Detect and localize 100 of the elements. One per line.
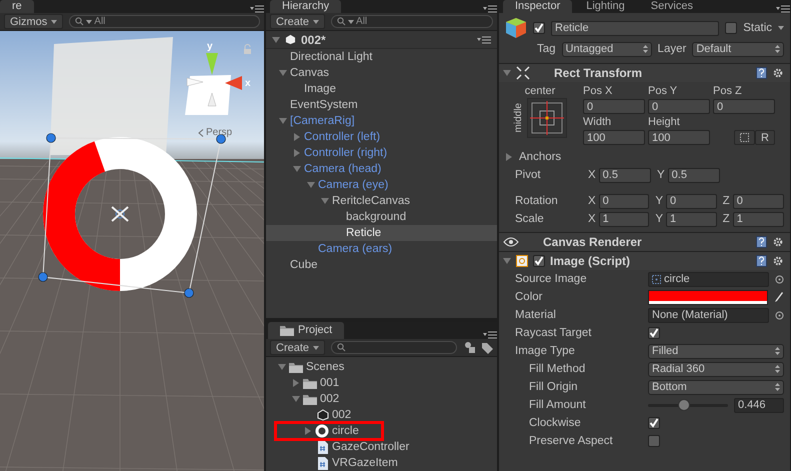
expanded-arrow-icon[interactable] [272,36,280,44]
project-item[interactable]: 002 [266,407,497,423]
checkbox[interactable] [533,22,545,34]
number-field[interactable]: 100 [583,130,645,145]
settings-icon[interactable] [772,67,784,79]
number-field[interactable]: 0 [713,99,775,114]
project-item[interactable]: circle [274,421,384,441]
name-field[interactable]: Reticle [551,20,720,36]
number-field[interactable]: 0.446 [734,398,784,412]
collapsed-arrow-icon[interactable] [292,379,300,387]
expanded-arrow-icon[interactable] [292,395,300,403]
tag-icon[interactable] [481,342,493,354]
menu-icon[interactable] [477,36,491,44]
hierarchy-item[interactable]: Directional Light [266,49,497,65]
hierarchy-item[interactable]: EventSystem [266,97,497,113]
panel-tab[interactable]: Services [638,0,705,13]
search-field[interactable]: All [331,15,493,28]
checkbox[interactable] [533,255,545,267]
expanded-arrow-icon[interactable] [306,181,314,189]
number-field[interactable]: 0.5 [668,168,720,182]
blueprint-button[interactable] [734,130,756,145]
dropdown[interactable]: Filled [648,344,784,358]
slider-thumb[interactable] [678,399,690,411]
hierarchy-item[interactable]: Camera (head) [266,161,497,177]
hierarchy-item[interactable]: ReritcleCanvas [266,193,497,209]
menu-icon[interactable] [776,5,790,13]
checkbox[interactable] [648,327,660,339]
checkbox[interactable] [648,417,660,429]
gizmos-dropdown[interactable]: Gizmos [4,14,64,29]
hierarchy-item[interactable]: Controller (right) [266,145,497,161]
number-field[interactable]: 0 [583,99,645,114]
hierarchy-item[interactable]: Controller (left) [266,129,497,145]
component-header[interactable]: Image (Script) [499,251,790,270]
menu-icon[interactable] [483,331,497,339]
filter-type-icon[interactable] [463,342,475,353]
hierarchy-item[interactable]: [CameraRig] [266,113,497,129]
settings-icon[interactable] [772,255,784,267]
tag-dropdown[interactable]: Untagged [562,42,652,56]
help-book-icon[interactable] [756,67,767,79]
menu-icon[interactable] [250,5,264,13]
project-item[interactable]: 002 [266,391,497,407]
hierarchy-item[interactable]: Cube [266,257,497,273]
picker-icon[interactable] [775,274,784,284]
axis-gizmo-drawing[interactable] [185,53,242,115]
create-dropdown[interactable]: Create [270,14,326,29]
dropdown[interactable]: Bottom [648,380,784,394]
number-field[interactable]: 1 [732,212,784,226]
number-field[interactable]: 0 [598,194,650,208]
hierarchy-item[interactable]: Camera (ears) [266,241,497,257]
component-header[interactable]: Rect Transform [499,63,790,82]
color-field[interactable] [648,290,768,304]
eyedropper-icon[interactable] [774,291,784,303]
help-book-icon[interactable] [756,236,767,248]
number-field[interactable]: 100 [648,130,710,145]
component-header[interactable]: Canvas Renderer [499,232,790,251]
panel-tab[interactable]: Lighting [574,0,637,13]
collapsed-arrow-icon[interactable] [292,133,300,141]
sprite-field[interactable]: circle [648,272,769,286]
number-field[interactable]: 0 [732,194,784,208]
collapsed-arrow-icon[interactable] [292,149,300,157]
project-item[interactable]: 001 [266,375,497,391]
number-field[interactable]: 1 [598,212,650,226]
hierarchy-item[interactable]: Canvas [266,65,497,81]
expanded-arrow-icon[interactable] [503,69,511,77]
object-field[interactable]: None (Material) [648,308,769,322]
hierarchy-item[interactable]: Reticle [266,225,497,241]
expanded-arrow-icon[interactable] [292,165,300,173]
hierarchy-item[interactable]: Image [266,81,497,97]
expanded-arrow-icon[interactable] [503,257,511,265]
project-item[interactable]: VRGazeItem [266,455,497,471]
number-field[interactable]: 0 [666,194,717,208]
settings-icon[interactable] [772,236,784,248]
search-field[interactable] [331,341,457,354]
hierarchy-item[interactable]: Camera (eye) [266,177,497,193]
project-item[interactable]: Scenes [266,359,497,375]
expanded-arrow-icon[interactable] [320,197,328,205]
expanded-arrow-icon[interactable] [278,363,286,371]
number-field[interactable]: 1 [666,212,717,226]
reset-button[interactable]: R [755,130,775,145]
dropdown[interactable]: Radial 360 [648,362,784,376]
slider-track[interactable] [648,399,728,411]
projection-label[interactable]: Persp [206,127,232,138]
number-field[interactable]: 0.5 [598,168,651,182]
menu-icon[interactable] [483,5,497,13]
project-item[interactable]: GazeController [266,439,497,455]
number-field[interactable]: 0 [648,99,710,114]
checkbox[interactable] [648,435,660,447]
panel-tab[interactable]: Hierarchy [270,0,342,13]
checkbox[interactable] [725,22,738,34]
panel-tab[interactable]: Inspector [503,0,572,13]
layer-dropdown[interactable]: Default [692,42,784,56]
collapsed-arrow-icon[interactable] [505,153,513,161]
collapsed-arrow-icon[interactable] [304,427,312,435]
help-book-icon[interactable] [756,255,767,267]
panel-tab[interactable]: re [0,0,34,13]
search-field[interactable]: All [69,15,260,28]
hierarchy-item[interactable]: background [266,209,497,225]
panel-tab[interactable]: Project [268,322,344,339]
anchor-preset-button[interactable] [527,98,567,138]
expanded-arrow-icon[interactable] [278,117,286,125]
